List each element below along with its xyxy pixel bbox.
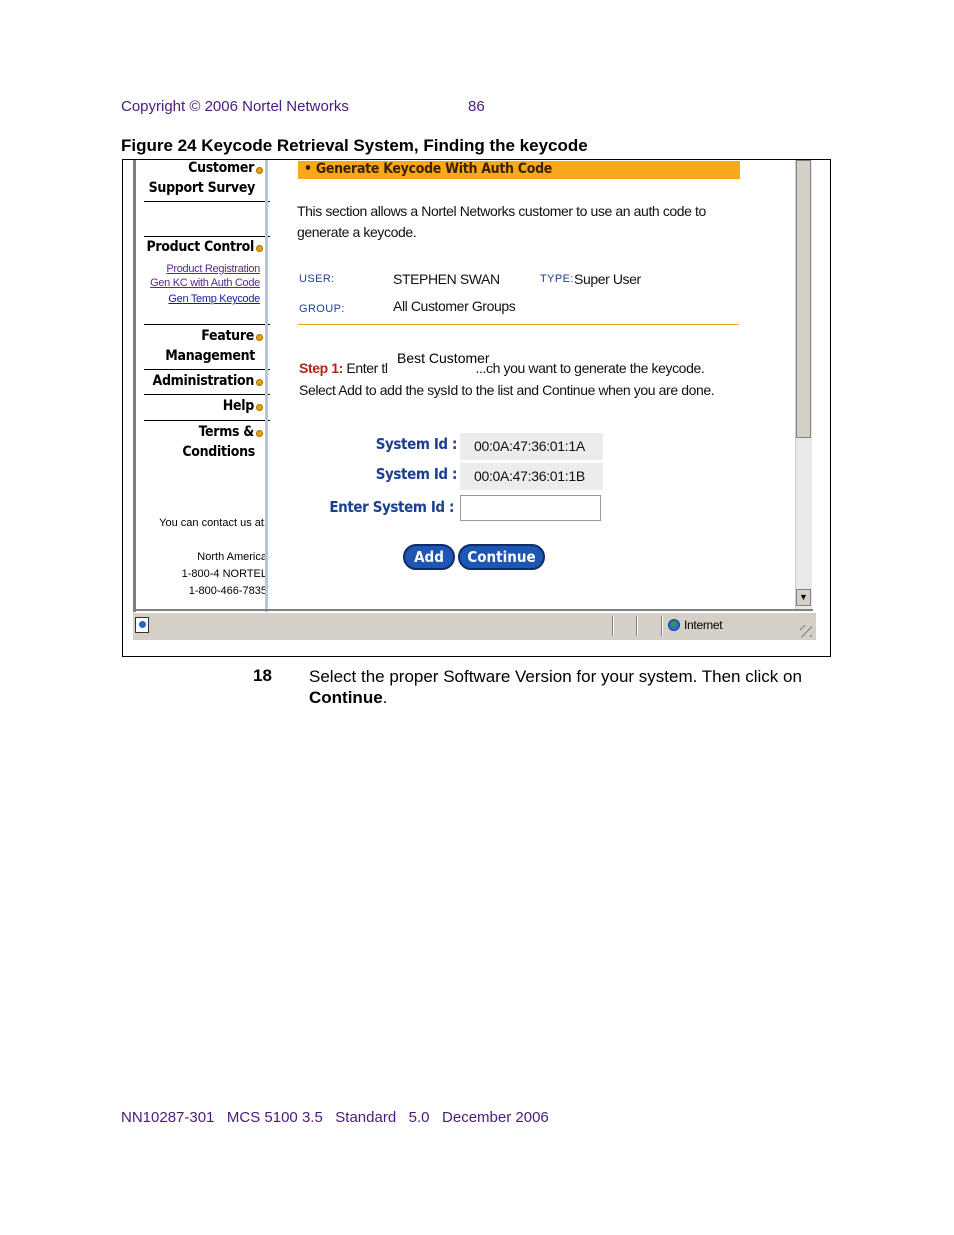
step-number: 18 — [253, 666, 272, 685]
contact-text: You can contact us at: — [159, 517, 267, 529]
browser-screenshot: Customer Support Survey Product Control … — [133, 160, 816, 640]
status-bar: Internet — [133, 612, 816, 640]
resize-grip-icon[interactable] — [800, 625, 812, 637]
page-number: 86 — [468, 98, 485, 115]
status-separator — [636, 616, 638, 636]
system-id-input[interactable] — [460, 495, 601, 521]
window-bottom-edge — [133, 609, 813, 611]
bullet-icon — [256, 334, 263, 341]
step-text-bold: Continue — [309, 688, 383, 707]
banner-title: • Generate Keycode With Auth Code — [304, 161, 553, 177]
step-1-text-a: Enter tl — [346, 360, 388, 376]
system-id-value: 00:0A:47:36:01:1B — [460, 463, 603, 490]
continue-button[interactable]: Continue — [458, 544, 545, 570]
sidebar-link-gen-temp-keycode[interactable]: Gen Temp Keycode — [168, 293, 260, 305]
nav-divider — [144, 324, 270, 325]
sidebar-link-gen-kc-auth-code[interactable]: Gen KC with Auth Code — [150, 277, 260, 289]
bullet-icon — [256, 167, 263, 174]
bullet-icon — [256, 245, 263, 252]
sidebar-link-product-registration[interactable]: Product Registration — [166, 263, 260, 275]
status-separator — [661, 616, 663, 636]
user-value: STEPHEN SWAN — [393, 271, 500, 287]
section-divider — [298, 324, 739, 325]
sidebar-item-help[interactable]: Help — [223, 396, 255, 416]
status-separator — [612, 616, 614, 636]
figure-caption: Figure 24 Keycode Retrieval System, Find… — [121, 136, 588, 155]
bullet-icon — [256, 430, 263, 437]
intro-line-1: This section allows a Nortel Networks cu… — [297, 203, 706, 219]
contact-region: North America — [197, 551, 267, 563]
intro-line-2: generate a keycode. — [297, 224, 417, 240]
step-1-line-1: Step 1: Enter tl ...ch you want to genera… — [299, 360, 705, 376]
sidebar-item-terms-line1[interactable]: Terms & — [199, 422, 255, 442]
copyright-text: Copyright © 2006 Nortel Networks — [121, 98, 349, 115]
nav-divider — [144, 394, 270, 395]
contact-phone-2: 1-800-466-7835 — [188, 585, 267, 597]
vertical-scrollbar-thumb[interactable] — [796, 160, 811, 438]
nav-divider — [144, 420, 270, 421]
bullet-icon — [256, 404, 263, 411]
step-text-a: Select the proper Software Version for y… — [309, 667, 802, 686]
user-label: USER: — [299, 273, 335, 285]
sidebar-nav: Customer Support Survey Product Control … — [136, 160, 270, 615]
sidebar-item-feature-line1[interactable]: Feature — [201, 326, 254, 346]
scroll-down-arrow-icon[interactable]: ▼ — [796, 589, 811, 606]
step-1-line-2: Select Add to add the sysId to the list … — [299, 382, 715, 398]
sidebar-item-terms-line2[interactable]: Conditions — [182, 442, 255, 462]
security-zone-label: Internet — [684, 618, 723, 632]
page-status-icon — [135, 617, 149, 633]
group-value: All Customer Groups — [393, 298, 516, 314]
tooltip: Best Customer — [395, 350, 492, 366]
group-label: GROUP: — [299, 303, 345, 315]
step-1-label: Step 1: — [299, 360, 343, 376]
sidebar-item-administration[interactable]: Administration — [153, 371, 255, 391]
enter-system-id-label: Enter System Id : — [329, 498, 454, 516]
bullet-icon — [256, 379, 263, 386]
step-text-b: . — [382, 688, 388, 707]
sidebar-item-customer-survey-line2[interactable]: Support Survey — [149, 178, 256, 198]
document-footer: NN10287-301 MCS 5100 3.5 Standard 5.0 De… — [121, 1109, 549, 1126]
globe-icon — [668, 619, 680, 631]
sidebar-border — [265, 160, 268, 615]
contact-phone-1: 1-800-4 NORTEL — [181, 568, 267, 580]
step-1-text-b: ...ch you want to generate the keycode. — [475, 360, 705, 376]
system-id-label: System Id : — [375, 465, 458, 483]
system-id-value: 00:0A:47:36:01:1A — [460, 433, 603, 460]
sidebar-item-feature-line2[interactable]: Management — [165, 346, 255, 366]
type-value: Super User — [574, 271, 641, 287]
nav-divider — [144, 369, 270, 370]
sidebar-item-customer-survey-line1[interactable]: Customer — [188, 160, 254, 178]
add-button[interactable]: Add — [403, 544, 455, 570]
system-id-label: System Id : — [375, 435, 458, 453]
type-label: TYPE: — [540, 273, 574, 285]
nav-divider — [144, 201, 270, 202]
sidebar-item-product-control[interactable]: Product Control — [146, 237, 254, 257]
step-text: Select the proper Software Version for y… — [309, 666, 829, 708]
